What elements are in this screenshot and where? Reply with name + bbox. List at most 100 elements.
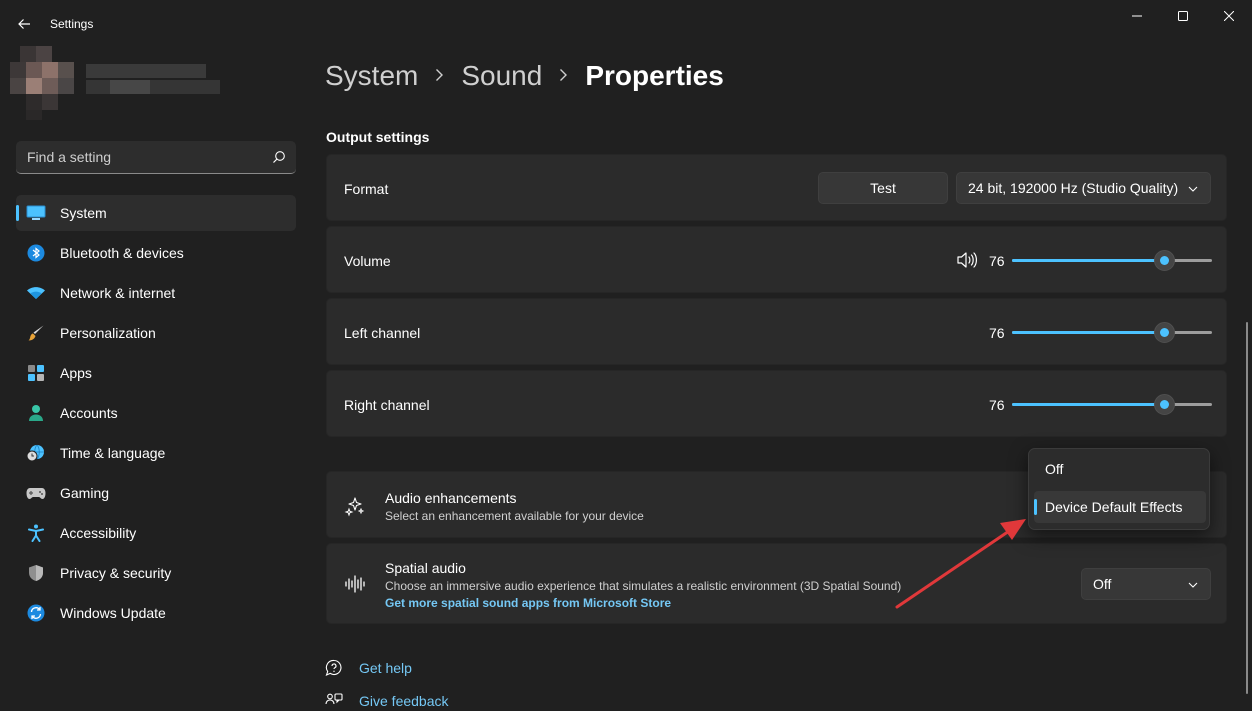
chevron-right-icon: [435, 66, 444, 87]
feedback-icon: [325, 693, 343, 705]
sidebar-item-gaming[interactable]: Gaming: [16, 475, 296, 511]
update-icon: [26, 604, 46, 622]
sidebar-item-label: Time & language: [60, 445, 166, 461]
enhancement-option-off[interactable]: Off: [1034, 453, 1206, 485]
sidebar-item-label: Accounts: [60, 405, 118, 421]
accessibility-icon: [26, 524, 46, 542]
search-icon[interactable]: [272, 150, 286, 164]
give-feedback-link[interactable]: Give feedback: [325, 690, 449, 711]
microsoft-store-link[interactable]: Get more spatial sound apps from Microso…: [385, 596, 671, 610]
right-channel-label: Right channel: [344, 397, 430, 413]
sidebar-item-personalization[interactable]: Personalization: [16, 315, 296, 351]
sidebar-item-label: Gaming: [60, 485, 110, 501]
left-channel-label: Left channel: [344, 325, 421, 341]
spatial-audio-title: Spatial audio: [385, 560, 466, 576]
account-avatar-blurred[interactable]: [10, 46, 222, 120]
slider-fill: [1012, 403, 1164, 406]
breadcrumb: System Sound Properties: [325, 58, 724, 94]
sound-wave-icon: [345, 575, 365, 593]
volume-card: Volume 76: [326, 226, 1227, 293]
left-channel-slider[interactable]: [1012, 322, 1212, 343]
sidebar-item-label: Personalization: [60, 325, 156, 341]
give-feedback-text: Give feedback: [359, 693, 449, 709]
volume-slider[interactable]: [1012, 250, 1212, 271]
spatial-audio-dropdown[interactable]: Off: [1081, 568, 1211, 600]
wifi-icon: [26, 284, 46, 302]
speaker-icon[interactable]: [956, 251, 978, 269]
brush-icon: [26, 324, 46, 342]
sidebar-item-system[interactable]: System: [16, 195, 296, 231]
page-title: Properties: [585, 60, 724, 91]
back-button[interactable]: [8, 8, 40, 40]
apps-icon: [26, 364, 46, 382]
breadcrumb-item-system[interactable]: System: [325, 60, 418, 92]
get-help-link[interactable]: Get help: [325, 657, 412, 679]
get-help-text: Get help: [359, 660, 412, 676]
spatial-audio-dropdown-value: Off: [1093, 576, 1112, 592]
maximize-icon: [1178, 11, 1188, 21]
sidebar-item-label: Network & internet: [60, 285, 176, 301]
gamepad-icon: [26, 484, 46, 502]
format-label: Format: [344, 181, 389, 197]
slider-thumb[interactable]: [1154, 394, 1175, 415]
chevron-right-icon: [559, 66, 568, 87]
slider-fill: [1012, 259, 1164, 262]
slider-fill: [1012, 331, 1164, 334]
enhancement-option-device-default[interactable]: Device Default Effects: [1034, 491, 1206, 523]
close-button[interactable]: [1206, 0, 1252, 32]
sidebar-item-accessibility[interactable]: Accessibility: [16, 515, 296, 551]
sidebar-item-accounts[interactable]: Accounts: [16, 395, 296, 431]
sidebar-item-label: Privacy & security: [60, 565, 172, 581]
sparkle-enhancement-icon: [344, 497, 365, 517]
sidebar-item-windows-update[interactable]: Windows Update: [16, 595, 296, 631]
shield-icon: [26, 564, 46, 582]
spatial-audio-card: Spatial audio Choose an immersive audio …: [326, 543, 1227, 624]
chevron-down-icon: [1188, 582, 1198, 588]
globe-clock-icon: [26, 444, 46, 462]
volume-label: Volume: [344, 253, 391, 269]
minimize-button[interactable]: [1114, 0, 1160, 32]
breadcrumb-item-sound[interactable]: Sound: [461, 60, 542, 92]
help-chat-icon: [325, 659, 342, 676]
left-channel-card: Left channel 76: [326, 298, 1227, 365]
bluetooth-icon: [26, 244, 46, 262]
search-box[interactable]: [16, 141, 296, 174]
app-title: Settings: [50, 17, 94, 31]
sidebar-item-time-language[interactable]: Time & language: [16, 435, 296, 471]
sidebar-item-label: System: [60, 205, 107, 221]
title-bar: Settings: [0, 0, 1252, 48]
right-channel-card: Right channel 76: [326, 370, 1227, 437]
sidebar-item-privacy[interactable]: Privacy & security: [16, 555, 296, 591]
sidebar-item-bluetooth[interactable]: Bluetooth & devices: [16, 235, 296, 271]
vertical-scrollbar[interactable]: [1246, 322, 1248, 694]
sidebar-item-apps[interactable]: Apps: [16, 355, 296, 391]
right-channel-slider[interactable]: [1012, 394, 1212, 415]
close-icon: [1224, 11, 1234, 21]
sidebar-nav: System Bluetooth & devices Network & int…: [16, 195, 296, 635]
sidebar-item-label: Accessibility: [60, 525, 137, 541]
minimize-icon: [1132, 15, 1142, 17]
format-dropdown[interactable]: 24 bit, 192000 Hz (Studio Quality): [956, 172, 1211, 204]
test-button[interactable]: Test: [818, 172, 948, 204]
back-arrow-icon: [18, 19, 30, 29]
system-icon: [26, 204, 46, 222]
format-dropdown-value: 24 bit, 192000 Hz (Studio Quality): [968, 180, 1179, 196]
sidebar-item-label: Windows Update: [60, 605, 166, 621]
right-channel-value: 76: [989, 397, 1005, 413]
spatial-audio-description: Choose an immersive audio experience tha…: [385, 579, 902, 593]
left-channel-value: 76: [989, 325, 1005, 341]
chevron-down-icon: [1188, 186, 1198, 192]
slider-thumb[interactable]: [1154, 322, 1175, 343]
maximize-button[interactable]: [1160, 0, 1206, 32]
audio-enhancements-description: Select an enhancement available for your…: [385, 509, 644, 523]
slider-thumb[interactable]: [1154, 250, 1175, 271]
volume-value: 76: [989, 253, 1005, 269]
format-card: Format Test 24 bit, 192000 Hz (Studio Qu…: [326, 154, 1227, 221]
sidebar-item-network[interactable]: Network & internet: [16, 275, 296, 311]
section-title-output: Output settings: [326, 129, 430, 145]
sidebar-item-label: Bluetooth & devices: [60, 245, 184, 261]
audio-enhancements-dropdown-menu: Off Device Default Effects: [1028, 448, 1210, 530]
person-icon: [26, 404, 46, 422]
search-input[interactable]: [16, 141, 266, 173]
audio-enhancements-title: Audio enhancements: [385, 490, 517, 506]
